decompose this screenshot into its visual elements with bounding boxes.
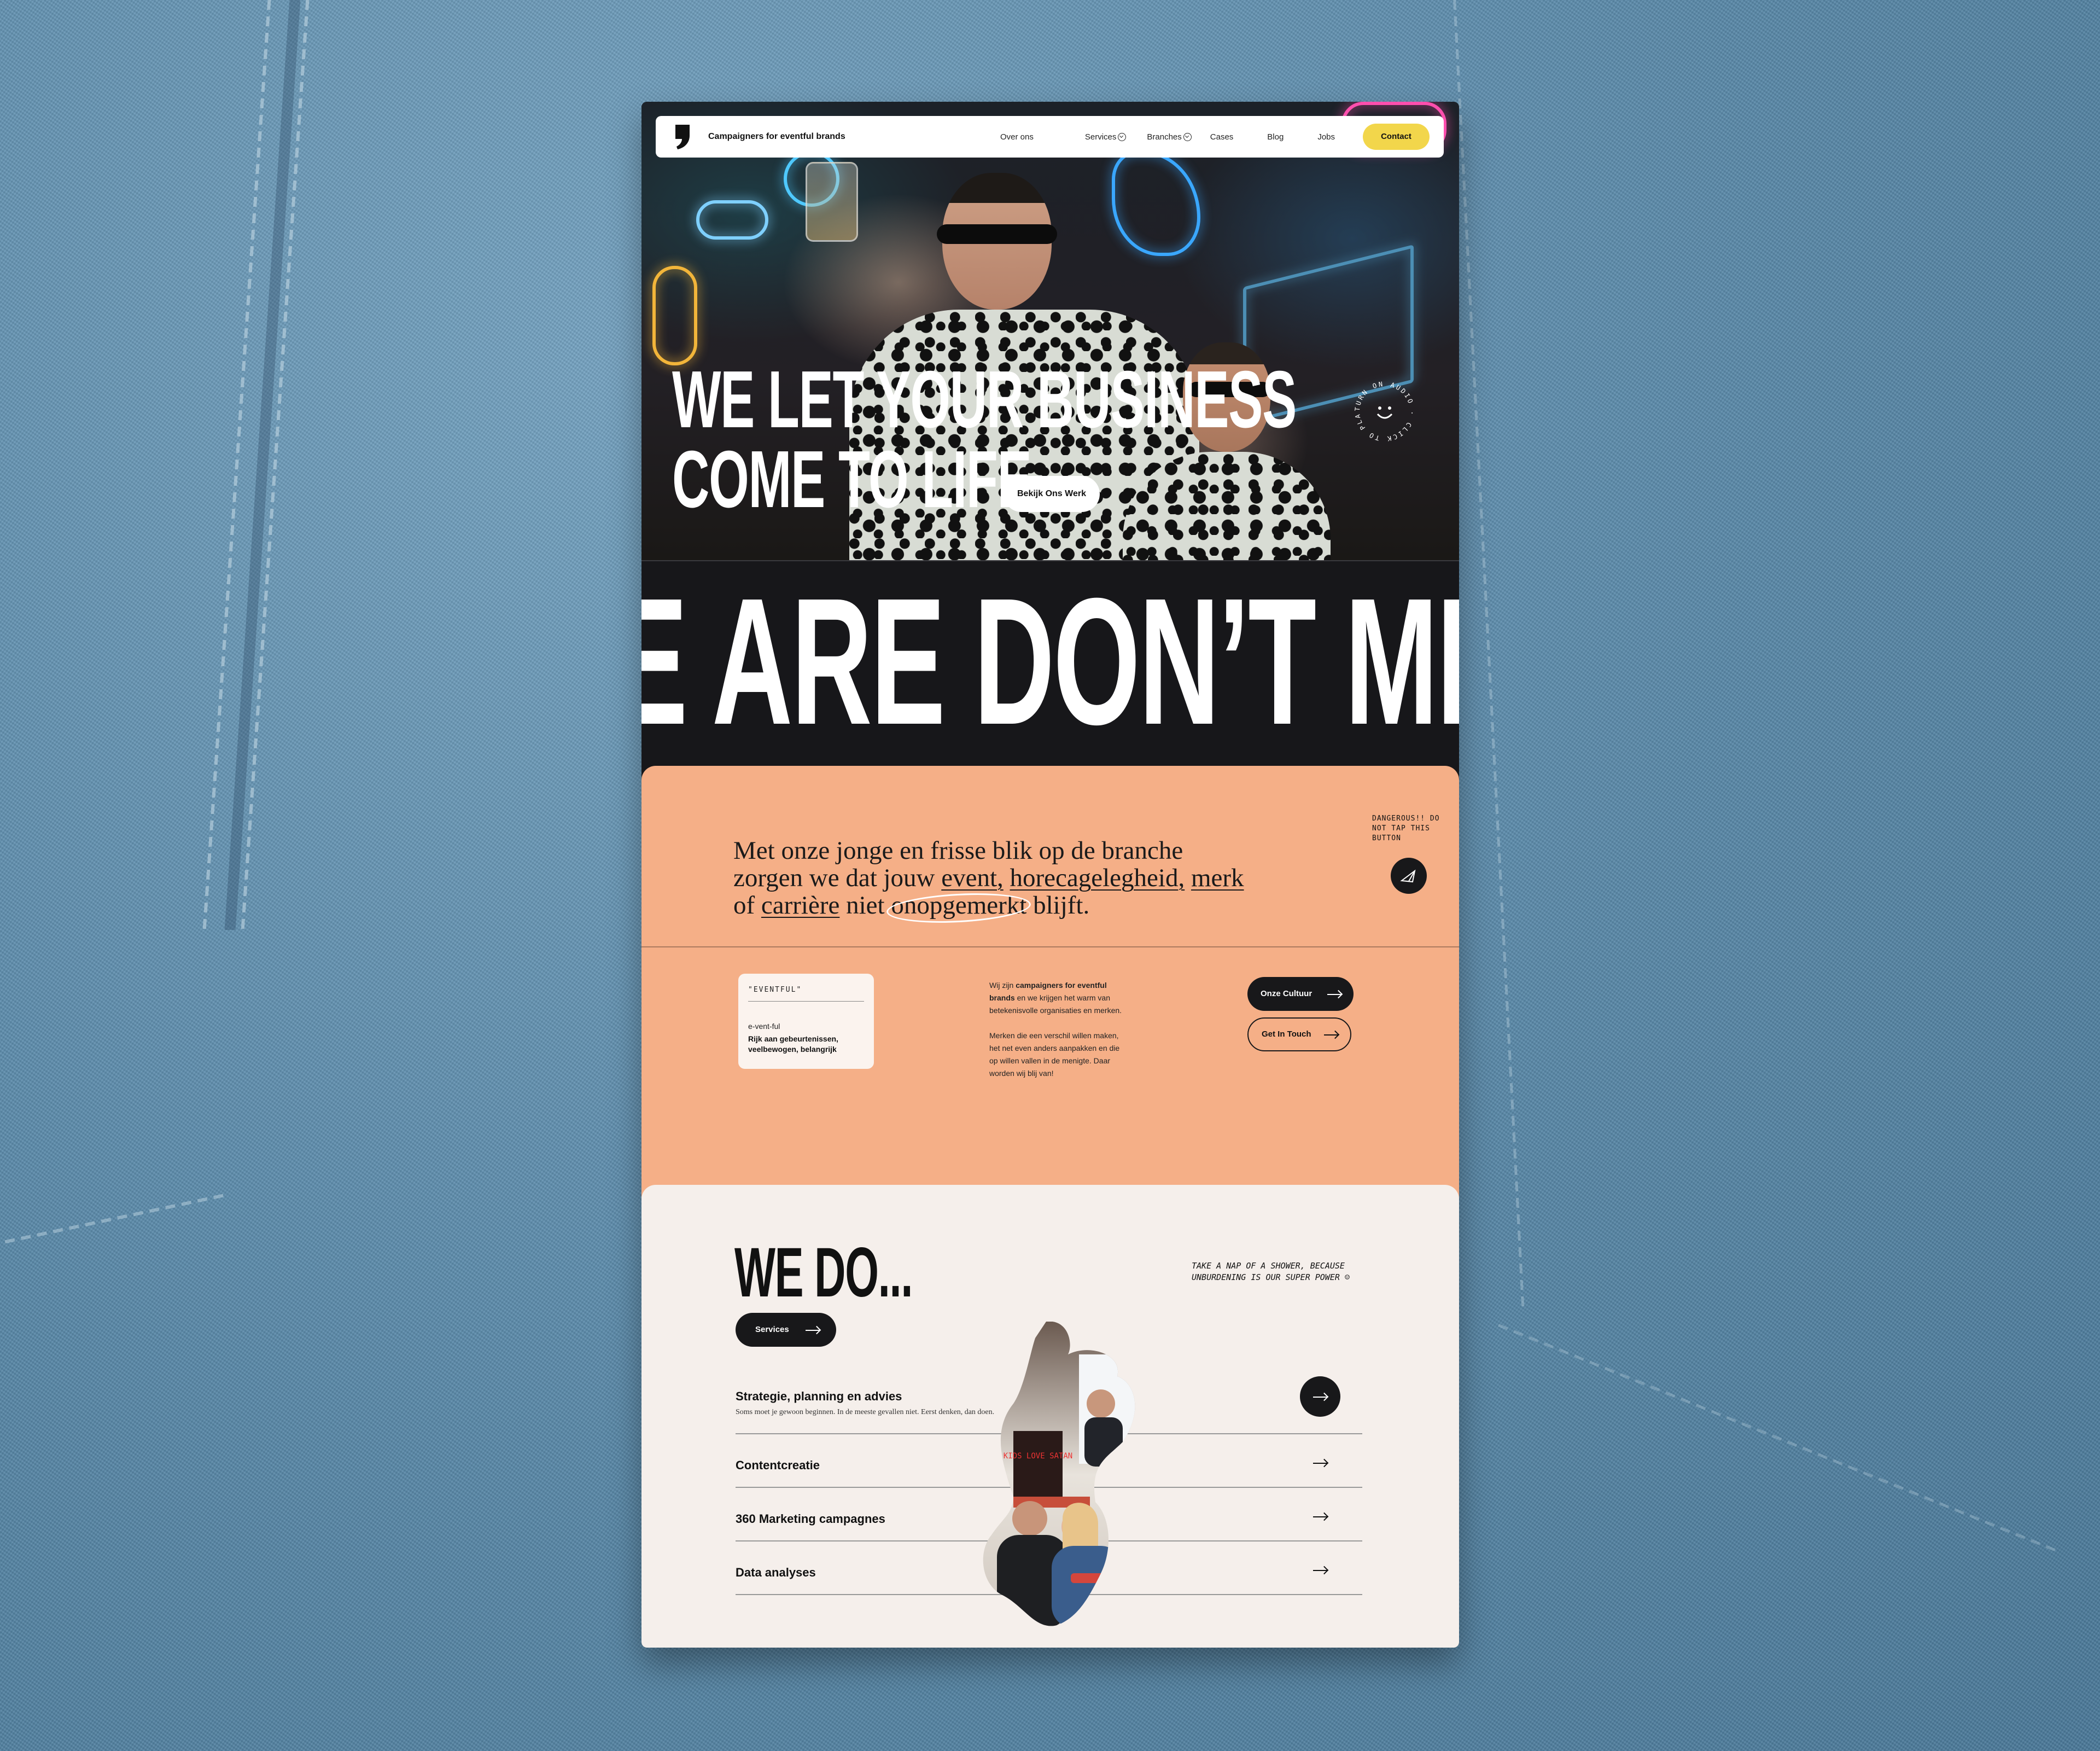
button-label: Onze Cultuur <box>1261 989 1312 998</box>
about-text: Wij zijn campaigners for eventful brands… <box>989 979 1126 1092</box>
definition-card: "EVENTFUL" e-vent-ful Rijk aan gebeurten… <box>738 974 874 1069</box>
intro-link-event[interactable]: event, <box>941 864 1004 892</box>
highlighted-word: onopgemerkt <box>891 891 1027 920</box>
navbar: Campaigners for eventful brands Over ons… <box>656 116 1444 158</box>
badge-text: TURN ON AUDIO · CLICK TO PLAY <box>1351 378 1414 443</box>
nav-link-label: Blog <box>1267 132 1284 142</box>
arrow-right-icon <box>806 1330 820 1331</box>
contact-button[interactable]: Contact <box>1363 124 1430 150</box>
arrow-right-icon <box>1324 1034 1338 1036</box>
raised-hand-cup <box>806 162 858 242</box>
danger-note: DANGEROUS!! DO NOT TAP THIS BUTTON <box>1372 815 1440 842</box>
nav-link-label: Over ons <box>1000 132 1034 142</box>
intro-text: niet <box>839 891 891 920</box>
sunglasses <box>937 224 1057 244</box>
kids-love-satan-sign: KIDS LOVE SATAN <box>1004 1452 1072 1461</box>
arrow-right-icon <box>1327 994 1341 995</box>
services-title: WE DO... <box>734 1234 913 1312</box>
intro-link-horeca[interactable]: horecagelegheid, <box>1010 864 1185 892</box>
website-screenshot: Campaigners for eventful brands Over ons… <box>641 102 1459 1648</box>
danger-button[interactable] <box>1391 858 1427 894</box>
marquee-band: E ARE DON’T MIND <box>641 560 1459 781</box>
nav-link-services[interactable]: Services <box>1085 132 1127 142</box>
button-label: Services <box>755 1325 789 1334</box>
button-label: Get In Touch <box>1262 1029 1311 1039</box>
hero-title-line: COME TO LIFE <box>672 434 1032 525</box>
about-paragraph: Merken die een verschil willen maken, he… <box>989 1031 1120 1078</box>
about-paragraph: Wij zijn campaigners for eventful brands… <box>989 979 1126 1017</box>
intro-section: Met onze jonge en frisse blik op de bran… <box>641 766 1459 1214</box>
arrow-right-icon <box>1313 1463 1327 1464</box>
nav-link-blog[interactable]: Blog <box>1267 132 1284 142</box>
culture-button[interactable]: Onze Cultuur <box>1247 977 1354 1011</box>
definition-word: e-vent-ful <box>748 1022 780 1031</box>
nav-link-label: Services <box>1084 132 1117 142</box>
neon-sign <box>652 266 697 365</box>
service-name: Data analyses <box>736 1566 816 1579</box>
arrow-right-icon <box>1313 1516 1327 1517</box>
nav-link-cases[interactable]: Cases <box>1210 132 1234 142</box>
intro-text: of <box>733 891 761 920</box>
nav-link-label: Jobs <box>1317 132 1335 142</box>
arrow-right-icon <box>1313 1397 1327 1398</box>
nav-link-label: Branches <box>1147 132 1182 142</box>
arrow-right-icon <box>1313 1570 1327 1571</box>
team-photo-blob: KIDS LOVE SATAN <box>983 1322 1135 1626</box>
paper-plane-icon <box>1400 869 1416 883</box>
nav-link-jobs[interactable]: Jobs <box>1317 132 1335 142</box>
service-name: Contentcreatie <box>736 1458 820 1472</box>
about-text-part: Wij zijn <box>989 981 1016 990</box>
intro-link-carriere[interactable]: carrière <box>761 891 839 920</box>
denim-seam-right-diag <box>1498 1324 2057 1552</box>
view-work-button[interactable]: Bekijk Ons Werk <box>1004 476 1100 512</box>
divider <box>748 1001 864 1002</box>
service-name: 360 Marketing campagnes <box>736 1512 885 1526</box>
services-button[interactable]: Services <box>736 1313 836 1347</box>
nav-link-branches[interactable]: Branches <box>1147 132 1192 142</box>
service-arrow-button[interactable] <box>1300 1376 1340 1417</box>
nav-link-over-ons[interactable]: Over ons <box>1000 132 1034 142</box>
service-name: Strategie, planning en advies <box>736 1389 902 1403</box>
denim-seam-right <box>1453 0 1525 1313</box>
comma-logo-icon[interactable] <box>672 124 692 150</box>
nav-link-label: Cases <box>1210 132 1234 142</box>
svg-text:TURN ON AUDIO · CLICK TO PLAY: TURN ON AUDIO · CLICK TO PLAY <box>1351 378 1416 443</box>
section-divider <box>641 946 1459 947</box>
handwritten-note: TAKE A NAP OF A SHOWER, BECAUSE UNBURDEN… <box>1192 1261 1350 1282</box>
marquee-text: E ARE DON’T MIND <box>641 560 1459 762</box>
chevron-down-icon <box>1118 132 1127 141</box>
hero-title: WE LET YOUR BUSINESS COME TO LIFE <box>672 354 1297 525</box>
denim-seam-left-2 <box>241 0 310 930</box>
definition-meaning: Rijk aan gebeurtenissen, veelbewogen, be… <box>748 1034 838 1054</box>
nav-links: Over ons Services Branches Cases Blog Jo… <box>1000 116 1335 158</box>
hero-title-line: WE LET YOUR BUSINESS <box>672 354 1297 445</box>
definition-quote: "EVENTFUL" <box>748 986 802 994</box>
service-description: Soms moet je gewoon beginnen. In de mees… <box>736 1408 995 1416</box>
audio-play-badge-icon[interactable]: TURN ON AUDIO · CLICK TO PLAY <box>1351 378 1418 445</box>
intro-link-merk[interactable]: merk <box>1191 864 1244 892</box>
get-in-touch-button[interactable]: Get In Touch <box>1247 1017 1351 1051</box>
intro-text: blijft. <box>1026 891 1090 920</box>
neon-sign <box>1112 151 1200 256</box>
hero-section: Campaigners for eventful brands Over ons… <box>641 102 1459 560</box>
denim-seam-bottom <box>4 1192 230 1244</box>
neon-sign <box>696 200 768 240</box>
services-section: WE DO... Services TAKE A NAP OF A SHOWER… <box>641 1185 1459 1648</box>
chevron-down-icon <box>1183 132 1192 141</box>
brand-tagline[interactable]: Campaigners for eventful brands <box>708 116 845 158</box>
intro-statement: Met onze jonge en frisse blik op de bran… <box>733 837 1258 919</box>
